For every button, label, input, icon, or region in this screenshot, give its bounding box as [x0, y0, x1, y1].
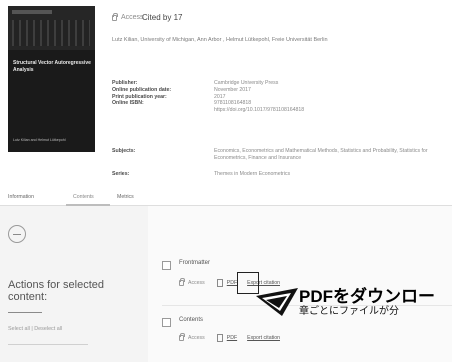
contents-checkbox[interactable] [162, 318, 171, 327]
frontmatter-access: Access [188, 280, 205, 286]
lock-open-icon [112, 12, 118, 21]
tab-metrics[interactable]: Metrics [117, 194, 134, 200]
access-label: Access [121, 14, 144, 21]
book-cover: Structural Vector Autoregressive Analysi… [8, 6, 95, 152]
actions-title: Actions for selected content: [8, 279, 104, 303]
frontmatter-meta: Access PDF Export citation [179, 278, 280, 287]
tab-information[interactable]: Information [8, 194, 34, 200]
contents-export-citation[interactable]: Export citation [247, 335, 280, 341]
selection-separator: | [31, 326, 33, 332]
contents-title[interactable]: Contents [179, 317, 203, 323]
print-year-label: Print publication year: [112, 93, 167, 100]
access-status: Access [112, 12, 144, 21]
tab-contents[interactable]: Contents [73, 194, 94, 200]
lock-open-icon [179, 333, 185, 341]
doi-link[interactable]: https://doi.org/10.1017/9781108164818 [214, 107, 304, 114]
authors-line: Lutz Kilian, University of Michigan, Ann… [112, 37, 328, 43]
frontmatter-pdf-link[interactable]: PDF [227, 280, 237, 286]
cited-by-link[interactable]: Cited by 17 [142, 13, 182, 22]
publisher-value: Cambridge University Press [214, 80, 279, 86]
select-all-link[interactable]: Select all [8, 326, 30, 332]
cover-authors: Lutz Kilian and Helmut Lütkepohl [13, 138, 66, 142]
pdf-highlight-box [237, 272, 259, 294]
isbn-label: Online ISBN: [112, 100, 144, 107]
details-labels: Publisher: Online publication date: Prin… [112, 80, 171, 107]
print-year-value: 2017 [214, 93, 226, 100]
series-label: Series: [112, 171, 130, 177]
publisher-label: Publisher: [112, 80, 138, 86]
online-date-label: Online publication date: [112, 86, 172, 93]
cover-series-mark [12, 10, 52, 14]
details-values: Cambridge University Press November 2017… [214, 80, 304, 114]
collapse-sidebar-button[interactable] [8, 225, 26, 243]
subjects-label: Subjects: [112, 148, 136, 154]
subjects-value[interactable]: Economics, Econometrics and Mathematical… [214, 148, 439, 162]
cover-title: Structural Vector Autoregressive Analysi… [13, 60, 91, 73]
contents-access: Access [188, 335, 205, 341]
cover-graphic [12, 20, 90, 46]
isbn-value: 9781108164818 [214, 100, 252, 107]
lock-open-icon [179, 278, 185, 286]
online-date-value: November 2017 [214, 86, 251, 93]
callout-title: PDFをダウンロー [299, 287, 435, 306]
contents-meta: Access PDF Export citation [179, 333, 280, 342]
series-value[interactable]: Themes in Modern Econometrics [214, 171, 290, 177]
selection-links: Select all | Deselect all [8, 326, 62, 332]
deselect-all-link[interactable]: Deselect all [34, 326, 62, 332]
pdf-icon [216, 334, 223, 342]
frontmatter-checkbox[interactable] [162, 261, 171, 270]
pdf-icon [216, 279, 223, 287]
callout-subtitle: 章ごとにファイルが分 [299, 306, 399, 317]
frontmatter-title[interactable]: Frontmatter [179, 260, 210, 266]
contents-pdf-link[interactable]: PDF [227, 335, 237, 341]
actions-rule [8, 312, 42, 313]
sidebar-divider [8, 344, 88, 345]
